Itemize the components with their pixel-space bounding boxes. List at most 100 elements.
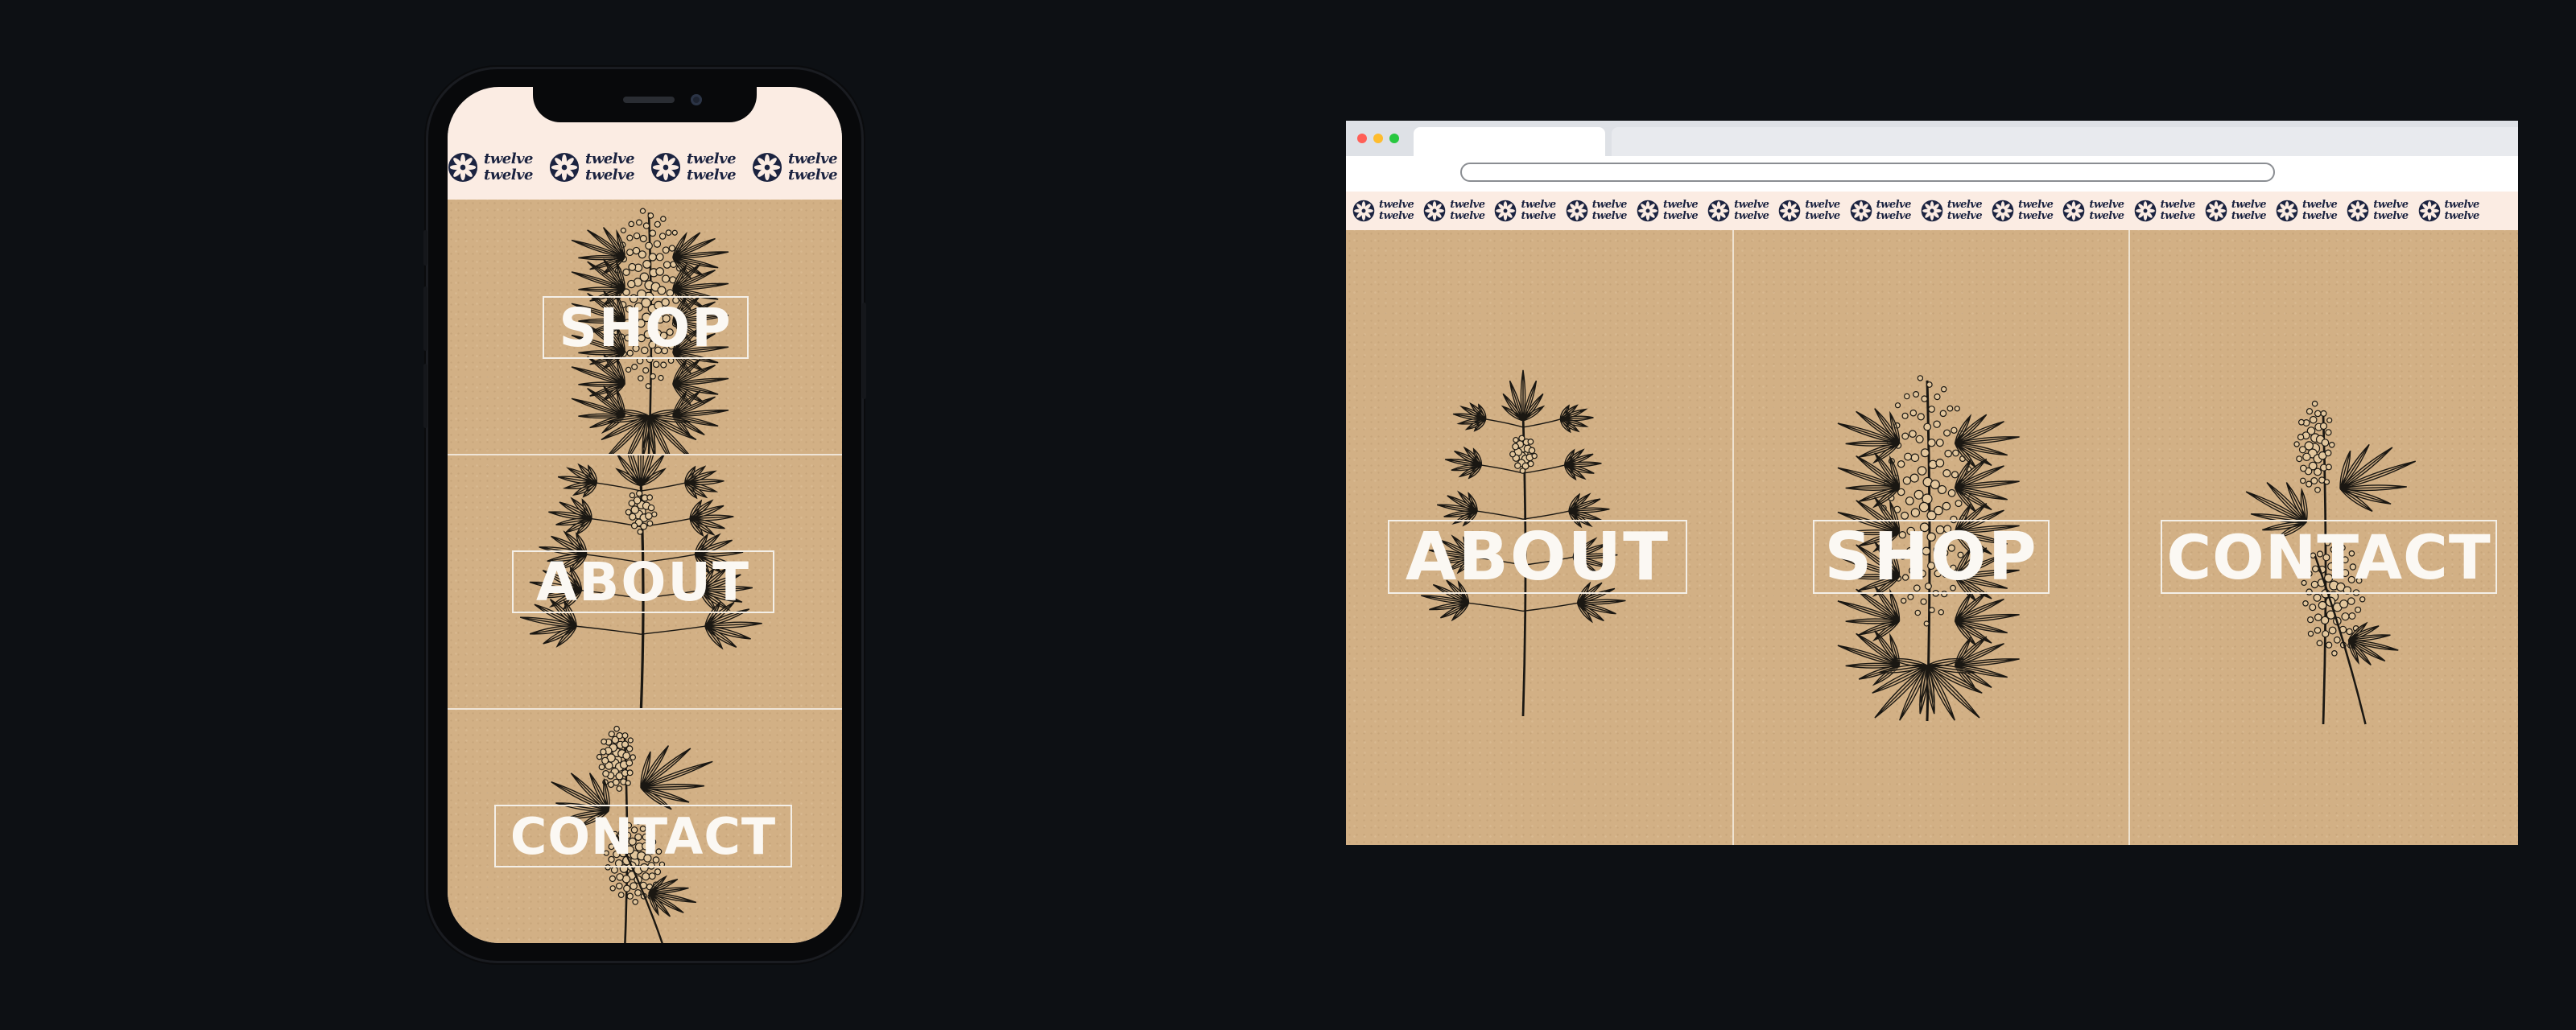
brand-wordmark-line: twelve — [585, 150, 635, 167]
flower-logo-icon — [1779, 200, 1801, 222]
brand-wordmark-line: twelve — [788, 167, 838, 183]
brand-wordmark: twelve twelve — [788, 150, 838, 183]
brand-wordmark-line: twelve — [1450, 210, 1485, 222]
brand-wordmark-line: twelve — [484, 150, 534, 167]
brand-logo: twelve twelve — [1494, 199, 1556, 222]
brand-logo: twelve twelve — [1707, 200, 1769, 222]
phone-volume-down-button — [423, 364, 427, 428]
brand-logo: twelve twelve — [1352, 200, 1414, 222]
brand-logo: twelve twelve — [1992, 200, 2054, 222]
brand-wordmark-line: twelve — [585, 167, 635, 183]
browser-tab-strip — [1612, 127, 2518, 156]
brand-wordmark: twelve twelve — [687, 150, 737, 183]
brand-wordmark-line: twelve — [1591, 199, 1628, 211]
brand-wordmark-line: twelve — [687, 150, 737, 167]
flower-logo-icon — [448, 152, 478, 183]
phone-speaker — [623, 97, 675, 103]
brand-wordmark-line: twelve — [1946, 210, 1983, 222]
brand-wordmark: twelve twelve — [1876, 199, 1912, 222]
brand-wordmark: twelve twelve — [1946, 199, 1983, 222]
brand-wordmark-line: twelve — [2373, 210, 2409, 222]
brand-wordmark: twelve twelve — [2231, 199, 2267, 222]
brand-wordmark-line: twelve — [1734, 199, 1769, 211]
brand-wordmark: twelve twelve — [2018, 200, 2054, 222]
brand-wordmark: twelve twelve — [2161, 200, 2196, 222]
brand-wordmark: twelve twelve — [1450, 200, 1485, 222]
brand-logo: twelve twelve — [1921, 199, 1983, 222]
browser-toolbar — [1346, 156, 2518, 192]
brand-wordmark: twelve twelve — [1379, 200, 1414, 222]
brand-wordmark-line: twelve — [1591, 210, 1628, 222]
brand-logo: twelve twelve — [1850, 200, 1911, 222]
brand-wordmark-line: twelve — [788, 150, 838, 167]
flower-logo-icon — [752, 152, 782, 183]
brand-logo: twelve twelve — [2062, 200, 2124, 222]
desktop-nav-about[interactable]: ABOUT — [1346, 230, 1732, 845]
brand-wordmark-line: twelve — [1662, 199, 1699, 211]
flower-logo-icon — [2063, 200, 2085, 222]
mobile-nav-contact[interactable]: CONTACT — [448, 710, 842, 943]
brand-wordmark-line: twelve — [2089, 199, 2124, 211]
browser-window: twelve twelve twelve twelve twelve twelve twel… — [1346, 121, 2518, 845]
desktop-nav-shop[interactable]: SHOP — [1734, 230, 2128, 845]
brand-wordmark: twelve twelve — [1591, 199, 1628, 222]
desktop-nav-contact[interactable]: CONTACT — [2130, 230, 2518, 845]
brand-wordmark-line: twelve — [1876, 199, 1912, 211]
brand-wordmark-line: twelve — [2444, 199, 2480, 211]
brand-wordmark-line: twelve — [1876, 210, 1912, 222]
brand-wordmark: twelve twelve — [2444, 199, 2480, 222]
window-close-button[interactable] — [1357, 134, 1367, 143]
flower-logo-icon — [1566, 200, 1588, 222]
flower-logo-icon — [1352, 200, 1375, 222]
brand-wordmark: twelve twelve — [1662, 199, 1699, 222]
flower-logo-icon — [1423, 200, 1446, 222]
address-bar[interactable] — [1460, 163, 2275, 182]
brand-wordmark-line: twelve — [1521, 210, 1556, 222]
brand-wordmark-line: twelve — [1379, 199, 1414, 211]
brand-wordmark-line: twelve — [1805, 210, 1840, 222]
desktop-nav-contact-label: CONTACT — [2161, 520, 2497, 594]
flower-logo-icon — [2347, 200, 2369, 222]
window-minimize-button[interactable] — [1373, 134, 1383, 143]
brand-wordmark-line: twelve — [1946, 199, 1983, 211]
brand-logo: twelve twelve — [752, 150, 838, 183]
brand-logo: twelve twelve — [650, 150, 737, 183]
mobile-nav-about-label: ABOUT — [512, 550, 774, 613]
brand-wordmark-line: twelve — [2231, 199, 2267, 211]
flower-logo-icon — [2205, 200, 2227, 222]
brand-ticker-mobile: twelve twelve twelve twelve twelve twelve twel… — [448, 124, 842, 200]
phone-power-button — [862, 303, 866, 399]
brand-logo: twelve twelve — [2418, 200, 2479, 222]
window-maximize-button[interactable] — [1389, 134, 1399, 143]
flower-logo-icon — [1992, 200, 2014, 222]
brand-ticker-desktop: twelve twelve twelve twelve twelve twelve twel… — [1346, 192, 2518, 230]
brand-logo: twelve twelve — [1778, 199, 1840, 222]
mobile-nav-contact-label: CONTACT — [494, 805, 792, 867]
brand-wordmark-line: twelve — [1662, 210, 1699, 222]
mobile-nav-shop[interactable]: SHOP — [448, 200, 842, 455]
brand-wordmark: twelve twelve — [2373, 199, 2409, 222]
brand-logo: twelve twelve — [1637, 199, 1699, 222]
phone-mockup: twelve twelve twelve twelve twelve twelve twel… — [423, 69, 866, 961]
brand-wordmark-line: twelve — [2444, 210, 2480, 222]
browser-tab-active[interactable] — [1414, 127, 1605, 156]
brand-logo: twelve twelve — [2205, 199, 2267, 222]
mobile-nav-about[interactable]: ABOUT — [448, 455, 842, 710]
brand-wordmark-line: twelve — [1521, 199, 1556, 211]
flower-logo-icon — [1850, 200, 1872, 222]
brand-wordmark-line: twelve — [2089, 210, 2124, 222]
brand-wordmark: twelve twelve — [1805, 199, 1840, 222]
flower-logo-icon — [2134, 200, 2156, 222]
brand-logo: twelve twelve — [2134, 200, 2195, 222]
brand-logo: twelve twelve — [1423, 200, 1485, 222]
flower-logo-icon — [1921, 200, 1943, 222]
brand-wordmark-line: twelve — [687, 167, 737, 183]
brand-wordmark-line: twelve — [1734, 210, 1769, 222]
brand-logo: twelve twelve — [1566, 200, 1627, 222]
brand-logo: twelve twelve — [2347, 199, 2409, 222]
phone-notch — [533, 87, 757, 122]
brand-logo: twelve twelve — [549, 150, 635, 183]
brand-wordmark-line: twelve — [1805, 199, 1840, 211]
brand-wordmark-line: twelve — [2373, 199, 2409, 211]
brand-wordmark-line: twelve — [484, 167, 534, 183]
